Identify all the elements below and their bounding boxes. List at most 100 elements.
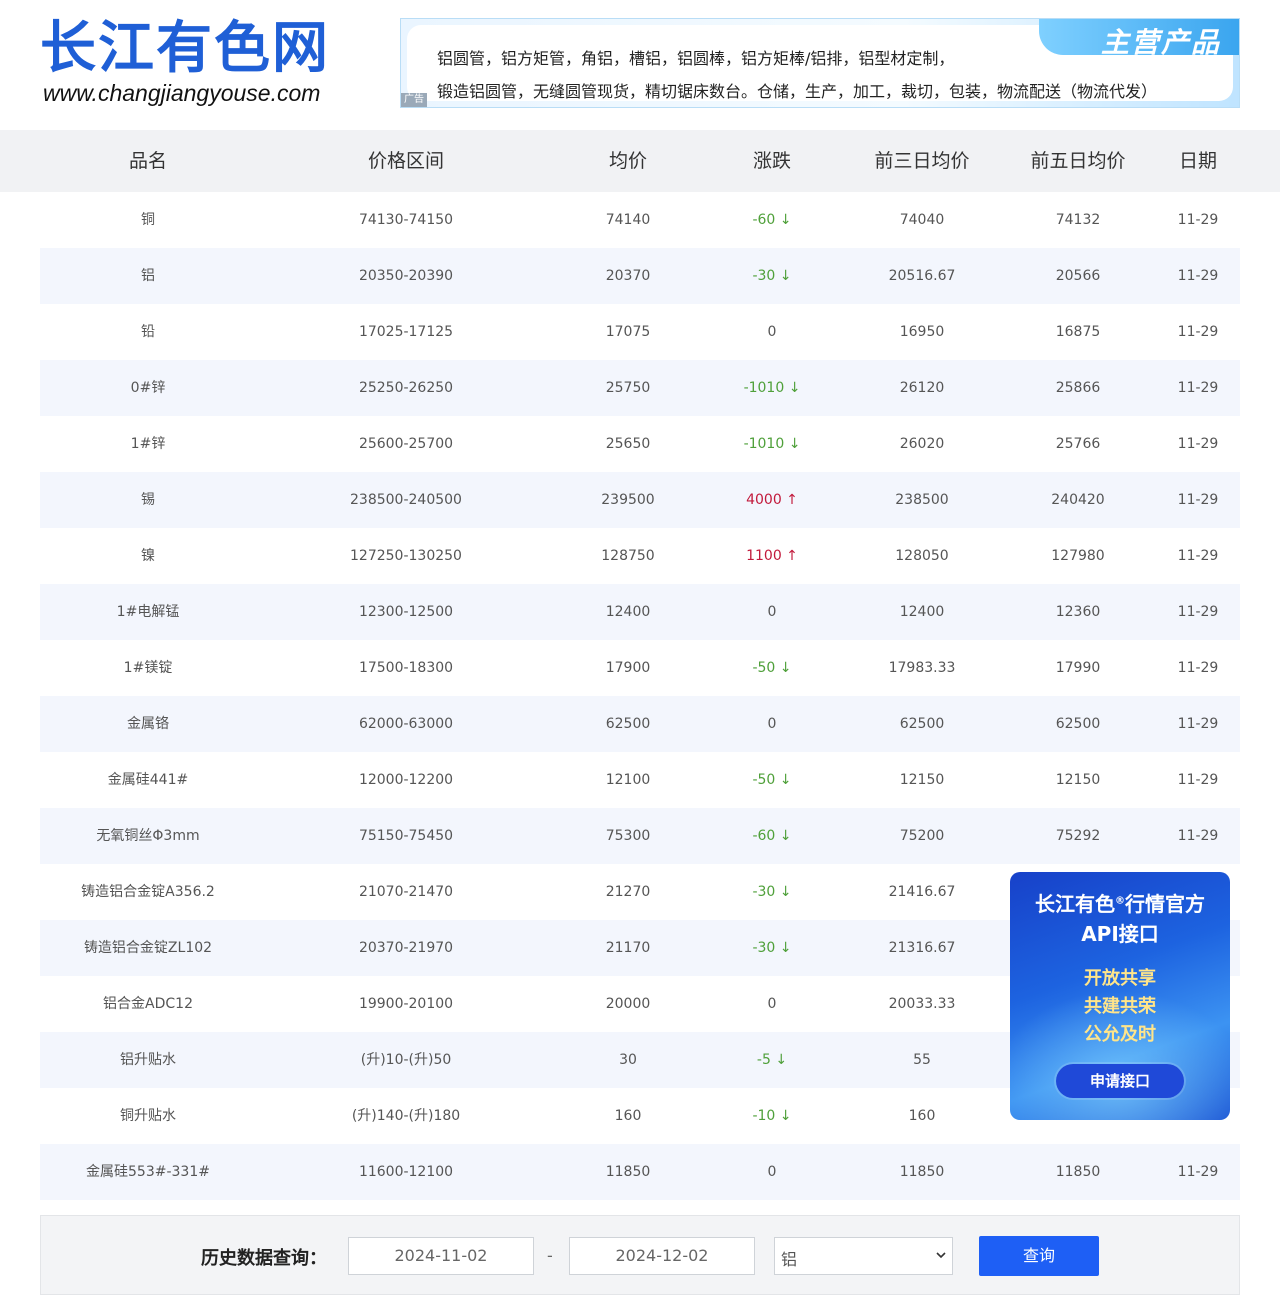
cell-avg: 21170 xyxy=(605,940,651,956)
cell-avg3: 26020 xyxy=(899,436,945,452)
cell-date: 11-29 xyxy=(1177,380,1219,396)
cell-range: 11600-12100 xyxy=(358,1164,454,1180)
cell-name[interactable]: 1#镁锭 xyxy=(124,640,173,696)
cell-date: 11-29 xyxy=(1177,1164,1219,1180)
apply-api-button[interactable]: 申请接口 xyxy=(1056,1064,1184,1098)
cell-range: 21070-21470 xyxy=(358,884,454,900)
cell-name[interactable]: 金属硅553#-331# xyxy=(86,1144,210,1200)
cell-name[interactable]: 金属硅441# xyxy=(108,752,188,808)
api-ad-popup[interactable]: 长江有色®行情官方 API接口 开放共享 共建共荣 公允及时 申请接口 xyxy=(1010,872,1230,1120)
site-logo[interactable]: 长江有色网 xyxy=(40,14,330,84)
col-header-range: 价格区间 xyxy=(367,150,445,172)
cell-date: 11-29 xyxy=(1177,268,1219,284)
api-ad-tag: 开放共享 xyxy=(1084,968,1156,989)
table-row: 锡 238500-240500 239500 4000 ↑ 238500 240420 11… xyxy=(40,472,1240,528)
cell-date: 11-29 xyxy=(1177,660,1219,676)
cell-avg5: 25766 xyxy=(1055,436,1101,452)
cell-change: 1100 ↑ xyxy=(746,548,798,564)
ad-line-2: 锻造铝圆管，无缝圆管现货，精切锯床数台。仓储，生产，加工，裁切，包装，物流配送（… xyxy=(437,82,1158,101)
date-separator: - xyxy=(547,1246,553,1265)
cell-change: -30 ↓ xyxy=(752,884,792,900)
ad-banner[interactable]: 铝圆管，铝方矩管，角铝，槽铝，铝圆棒，铝方矩棒/铝排，铝型材定制， 锻造铝圆管，… xyxy=(400,18,1240,108)
cell-name[interactable]: 无氧铜丝Φ3mm xyxy=(96,808,199,864)
cell-range: 12000-12200 xyxy=(358,772,454,788)
chevron-down-icon xyxy=(936,1252,946,1259)
cell-change: -60 ↓ xyxy=(752,828,792,844)
cell-avg3: 12150 xyxy=(899,772,945,788)
query-button[interactable]: 查询 xyxy=(979,1236,1099,1276)
col-header-date: 日期 xyxy=(1178,150,1218,172)
cell-avg: 25650 xyxy=(605,436,651,452)
table-row: 铝 20350-20390 20370 -30 ↓ 20516.67 20566 11-29 xyxy=(40,248,1240,304)
cell-avg: 12100 xyxy=(605,772,651,788)
cell-change: -10 ↓ xyxy=(752,1108,792,1124)
cell-date: 11-29 xyxy=(1177,324,1219,340)
cell-name[interactable]: 铸造铝合金锭ZL102 xyxy=(84,920,212,976)
cell-avg: 21270 xyxy=(605,884,651,900)
cell-range: (升)140-(升)180 xyxy=(351,1108,461,1124)
price-table-header: 品名 价格区间 均价 涨跌 前三日均价 前五日均价 日期 xyxy=(0,130,1280,192)
cell-avg5: 74132 xyxy=(1055,212,1101,228)
cell-avg3: 20033.33 xyxy=(888,996,956,1012)
cell-avg3: 17983.33 xyxy=(888,660,956,676)
cell-avg5: 75292 xyxy=(1055,828,1101,844)
cell-name[interactable]: 1#锌 xyxy=(131,416,166,472)
cell-name[interactable]: 铜 xyxy=(141,192,155,248)
history-query-label: 历史数据查询： xyxy=(201,1248,327,1269)
cell-name[interactable]: 铜升贴水 xyxy=(120,1088,176,1144)
cell-change: 4000 ↑ xyxy=(746,492,798,508)
cell-avg: 128750 xyxy=(601,548,655,564)
site-header: 长江有色网 www.changjiangyouse.com 铝圆管，铝方矩管，角… xyxy=(0,0,1280,130)
cell-range: 17025-17125 xyxy=(358,324,454,340)
ad-tab: 主营产品 xyxy=(1039,19,1239,59)
cell-change: -50 ↓ xyxy=(752,772,792,788)
metal-select-value: 铝 xyxy=(781,1250,798,1269)
table-row: 1#电解锰 12300-12500 12400 0 12400 12360 11-29 xyxy=(40,584,1240,640)
cell-date: 11-29 xyxy=(1177,492,1219,508)
cell-name[interactable]: 铅 xyxy=(141,304,155,360)
cell-avg: 20000 xyxy=(605,996,651,1012)
cell-change: -30 ↓ xyxy=(752,268,792,284)
cell-avg5: 62500 xyxy=(1055,716,1101,732)
cell-name[interactable]: 0#锌 xyxy=(131,360,166,416)
cell-avg3: 12400 xyxy=(899,604,945,620)
col-header-avg3: 前三日均价 xyxy=(874,150,970,172)
cell-avg5: 127980 xyxy=(1051,548,1105,564)
cell-avg: 74140 xyxy=(605,212,651,228)
cell-range: 238500-240500 xyxy=(350,492,462,508)
cell-change: 0 xyxy=(767,324,777,340)
api-ad-subtitle: API接口 xyxy=(1081,922,1159,946)
cell-avg: 62500 xyxy=(605,716,651,732)
cell-date: 11-29 xyxy=(1177,436,1219,452)
cell-avg3: 62500 xyxy=(899,716,945,732)
cell-date: 11-29 xyxy=(1177,828,1219,844)
cell-range: 12300-12500 xyxy=(358,604,454,620)
cell-name[interactable]: 锡 xyxy=(141,472,155,528)
history-query-bar: 历史数据查询： 2024-11-02 - 2024-12-02 铝 查询 xyxy=(40,1215,1240,1295)
table-row: 金属铬 62000-63000 62500 0 62500 62500 11-29 xyxy=(40,696,1240,752)
cell-avg5: 25866 xyxy=(1055,380,1101,396)
table-row: 1#镁锭 17500-18300 17900 -50 ↓ 17983.33 17990 11… xyxy=(40,640,1240,696)
cell-range: 20370-21970 xyxy=(358,940,454,956)
metal-select[interactable]: 铝 xyxy=(774,1237,953,1275)
cell-avg: 20370 xyxy=(605,268,651,284)
cell-name[interactable]: 镍 xyxy=(141,528,155,584)
cell-change: -5 ↓ xyxy=(756,1052,788,1068)
cell-name[interactable]: 1#电解锰 xyxy=(117,584,180,640)
cell-name[interactable]: 铝升贴水 xyxy=(120,1032,176,1088)
end-date-input[interactable]: 2024-12-02 xyxy=(569,1237,755,1275)
start-date-input[interactable]: 2024-11-02 xyxy=(348,1237,534,1275)
table-row: 铜 74130-74150 74140 -60 ↓ 74040 74132 11-29 xyxy=(40,192,1240,248)
table-row: 0#锌 25250-26250 25750 -1010 ↓ 26120 25866 11-2… xyxy=(40,360,1240,416)
cell-range: 17500-18300 xyxy=(358,660,454,676)
cell-avg: 11850 xyxy=(605,1164,651,1180)
cell-avg: 12400 xyxy=(605,604,651,620)
site-url[interactable]: www.changjiangyouse.com xyxy=(43,80,320,107)
cell-avg5: 11850 xyxy=(1055,1164,1101,1180)
cell-name[interactable]: 铸造铝合金锭A356.2 xyxy=(81,864,215,920)
cell-name[interactable]: 铝 xyxy=(141,248,155,304)
cell-name[interactable]: 金属铬 xyxy=(127,696,169,752)
ad-line-1: 铝圆管，铝方矩管，角铝，槽铝，铝圆棒，铝方矩棒/铝排，铝型材定制， xyxy=(437,49,955,68)
cell-name[interactable]: 铝合金ADC12 xyxy=(103,976,193,1032)
table-row: 金属硅441# 12000-12200 12100 -50 ↓ 12150 12150 11… xyxy=(40,752,1240,808)
